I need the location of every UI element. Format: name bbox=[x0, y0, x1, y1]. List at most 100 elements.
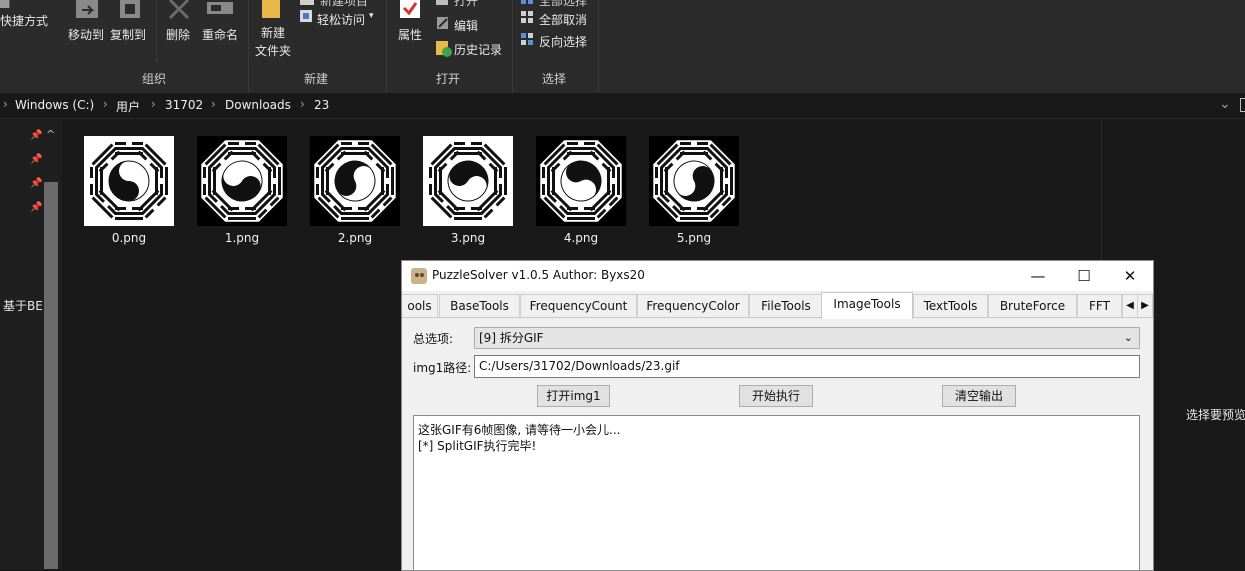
bagua-yinyang-icon bbox=[201, 140, 283, 222]
tab-strip: ools BaseTools FrequencyCount FrequencyC… bbox=[402, 292, 1153, 319]
tab-texttools[interactable]: TextTools bbox=[913, 294, 988, 317]
file-thumbnail[interactable] bbox=[84, 136, 174, 226]
open-img1-button[interactable]: 打开img1 bbox=[537, 385, 610, 407]
breadcrumb-chevron-icon: › bbox=[211, 97, 216, 111]
breadcrumb-item[interactable]: 23 bbox=[314, 98, 329, 112]
delete-button[interactable]: 删除 bbox=[166, 26, 190, 43]
title-bar[interactable]: PuzzleSolver v1.0.5 Author: Byxs20 — ☐ ✕ bbox=[402, 261, 1153, 291]
file-name-label[interactable]: 0.png bbox=[84, 231, 174, 245]
open-partial[interactable]: 打开 bbox=[454, 0, 478, 9]
easy-access-icon bbox=[300, 10, 312, 22]
bagua-yinyang-icon bbox=[540, 140, 622, 222]
bagua-yinyang-icon bbox=[653, 140, 735, 222]
pin-icon[interactable]: 📌 bbox=[30, 130, 42, 141]
bagua-yinyang-icon bbox=[88, 140, 170, 222]
clear-output-button[interactable]: 清空输出 bbox=[942, 385, 1016, 407]
address-dropdown-icon[interactable]: ⌄ bbox=[1219, 96, 1231, 112]
run-button[interactable]: 开始执行 bbox=[739, 385, 813, 407]
file-thumbnail[interactable] bbox=[310, 136, 400, 226]
minimize-button[interactable]: — bbox=[1015, 261, 1061, 291]
option-label: 总选项: bbox=[413, 332, 454, 346]
rename-icon bbox=[207, 2, 233, 14]
tab-basetools[interactable]: BaseTools bbox=[439, 294, 520, 317]
group-organize-label: 组织 bbox=[142, 72, 167, 86]
copy-to-button[interactable]: 复制到 bbox=[110, 26, 146, 43]
select-none-button[interactable]: 全部取消 bbox=[539, 11, 587, 28]
copy-to-icon bbox=[120, 0, 140, 18]
tab-frequencycount[interactable]: FrequencyCount bbox=[520, 294, 637, 317]
easy-access-button[interactable]: 轻松访问 bbox=[317, 11, 365, 28]
tab-imagetools[interactable]: ImageTools bbox=[821, 292, 913, 319]
breadcrumb-item[interactable]: Downloads bbox=[225, 98, 291, 112]
address-bar[interactable]: › Windows (C:) › 用户 › 31702 › Downloads … bbox=[0, 94, 1245, 119]
edit-button[interactable]: 编辑 bbox=[454, 17, 478, 34]
close-button[interactable]: ✕ bbox=[1107, 261, 1153, 291]
move-to-button[interactable]: 移动到 bbox=[68, 26, 104, 43]
properties-button[interactable]: 属性 bbox=[398, 26, 422, 43]
nav-item-label[interactable]: 基于BE bbox=[3, 297, 43, 314]
history-button[interactable]: 历史记录 bbox=[454, 41, 502, 58]
tab-fft[interactable]: FFT bbox=[1077, 294, 1122, 317]
window-title: PuzzleSolver v1.0.5 Author: Byxs20 bbox=[432, 268, 645, 282]
ribbon: █ 快捷方式 移动到 复制到 删除 重命名 组织 新建 文件夹 新建项目 轻松访… bbox=[0, 0, 1245, 93]
option-selected-value: [9] 拆分GIF bbox=[479, 331, 544, 345]
pin-icon[interactable]: 📌 bbox=[30, 154, 42, 165]
create-shortcut-label[interactable]: 快捷方式 bbox=[0, 12, 48, 29]
pin-icon[interactable]: 📌 bbox=[30, 178, 42, 189]
file-thumbnail[interactable] bbox=[423, 136, 513, 226]
tab-frequencycolor[interactable]: FrequencyColor bbox=[637, 294, 749, 317]
breadcrumb-chevron-icon: › bbox=[3, 97, 8, 111]
file-name-label[interactable]: 5.png bbox=[649, 231, 739, 245]
file-thumbnail[interactable] bbox=[649, 136, 739, 226]
move-to-icon bbox=[76, 0, 98, 18]
tab-tools[interactable]: ools bbox=[402, 294, 438, 317]
pin-icon[interactable]: 📌 bbox=[30, 202, 42, 213]
invert-selection-icon bbox=[521, 33, 533, 45]
breadcrumb-item[interactable]: 用户 bbox=[116, 98, 140, 115]
nav-scrollbar-thumb[interactable] bbox=[44, 182, 58, 569]
delete-icon bbox=[168, 0, 190, 20]
rename-button[interactable]: 重命名 bbox=[202, 26, 238, 43]
breadcrumb-item[interactable]: 31702 bbox=[165, 98, 203, 112]
open-icon bbox=[436, 0, 448, 5]
output-line: [*] SplitGIF执行完毕! bbox=[418, 439, 537, 453]
breadcrumb-chevron-icon: › bbox=[300, 97, 305, 111]
new-folder-line2[interactable]: 文件夹 bbox=[255, 42, 291, 59]
output-line: 这张GIF有6帧图像, 请等待一小会儿... bbox=[418, 423, 621, 437]
properties-icon bbox=[400, 0, 420, 18]
tab-scroll-right-icon[interactable]: ▶ bbox=[1137, 294, 1153, 317]
history-icon bbox=[436, 41, 452, 57]
img1-path-label: img1路径: bbox=[413, 361, 472, 375]
breadcrumb-item[interactable]: Windows (C:) bbox=[15, 98, 94, 112]
file-thumbnail[interactable] bbox=[197, 136, 287, 226]
select-all-partial[interactable]: 全部选择 bbox=[539, 0, 587, 9]
bagua-yinyang-icon bbox=[314, 140, 396, 222]
tab-bruteforce[interactable]: BruteForce bbox=[988, 294, 1077, 317]
file-name-label[interactable]: 4.png bbox=[536, 231, 626, 245]
breadcrumb-chevron-icon: › bbox=[103, 97, 108, 111]
ribbon-partial-label: █ bbox=[0, 0, 10, 8]
puzzlesolver-window: PuzzleSolver v1.0.5 Author: Byxs20 — ☐ ✕… bbox=[401, 260, 1154, 571]
new-item-partial[interactable]: 新建项目 bbox=[320, 0, 368, 9]
bagua-yinyang-icon bbox=[427, 140, 509, 222]
output-textarea[interactable]: 这张GIF有6帧图像, 请等待一小会儿... [*] SplitGIF执行完毕! bbox=[413, 415, 1140, 571]
easy-access-dropdown-icon[interactable]: ▾ bbox=[369, 11, 374, 21]
file-name-label[interactable]: 3.png bbox=[423, 231, 513, 245]
group-new-label: 新建 bbox=[304, 72, 329, 86]
tab-scroll-left-icon[interactable]: ◀ bbox=[1122, 294, 1138, 317]
new-item-icon bbox=[300, 0, 314, 5]
option-select[interactable]: [9] 拆分GIF ⌄ bbox=[474, 327, 1140, 349]
breadcrumb-chevron-icon: › bbox=[151, 97, 156, 111]
refresh-button-partial[interactable] bbox=[1240, 98, 1245, 112]
invert-selection-button[interactable]: 反向选择 bbox=[539, 33, 587, 50]
img1-path-input[interactable]: C:/Users/31702/Downloads/23.gif bbox=[474, 355, 1140, 378]
maximize-button[interactable]: ☐ bbox=[1061, 261, 1107, 291]
new-folder-icon bbox=[262, 0, 280, 18]
file-name-label[interactable]: 1.png bbox=[197, 231, 287, 245]
scroll-up-icon[interactable]: ^ bbox=[46, 128, 55, 141]
file-thumbnail[interactable] bbox=[536, 136, 626, 226]
new-folder-line1[interactable]: 新建 bbox=[261, 24, 285, 41]
tab-filetools[interactable]: FileTools bbox=[749, 294, 823, 317]
group-select-label: 选择 bbox=[542, 72, 567, 86]
file-name-label[interactable]: 2.png bbox=[310, 231, 400, 245]
